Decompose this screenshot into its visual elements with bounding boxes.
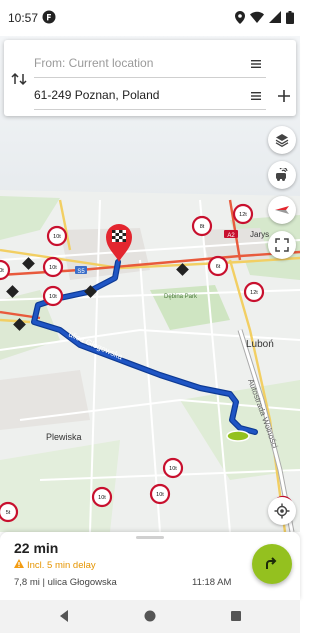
back-icon[interactable] bbox=[56, 608, 72, 624]
destination-input-text: 61-249 Poznan, Poland bbox=[34, 88, 160, 102]
battery-icon bbox=[286, 10, 294, 24]
weight-limit-sign: 5t bbox=[0, 501, 19, 523]
road-s5-label: S5 bbox=[77, 269, 85, 275]
drag-handle-icon[interactable] bbox=[250, 57, 262, 69]
start-navigation-button[interactable] bbox=[252, 544, 292, 584]
origin-input-text: From: Current location bbox=[34, 56, 154, 70]
weight-limit-sign: 12t bbox=[232, 203, 254, 225]
weight-limit-sign: 10t bbox=[42, 285, 64, 307]
svg-text:10t: 10t bbox=[169, 466, 177, 472]
svg-text:10t: 10t bbox=[49, 265, 57, 271]
weight-limit-sign: 10t bbox=[46, 225, 68, 247]
delay-row: Incl. 5 min delay bbox=[14, 559, 96, 571]
map-layers-icon[interactable] bbox=[268, 126, 296, 154]
origin-input[interactable]: From: Current location bbox=[34, 48, 266, 78]
arrival-time: 11:18 AM bbox=[192, 577, 232, 588]
weight-limit-sign: 8t bbox=[191, 215, 213, 237]
trip-duration: 22 min bbox=[14, 540, 59, 556]
weight-limit-sign: 10t bbox=[0, 259, 11, 281]
signal-icon bbox=[269, 11, 281, 23]
place-label-plewiska: Plewiska bbox=[46, 432, 82, 442]
place-label-debina-park: Dębina Park bbox=[164, 294, 198, 300]
svg-text:8t: 8t bbox=[200, 224, 205, 230]
drag-handle-icon[interactable] bbox=[250, 89, 262, 101]
wifi-icon bbox=[250, 11, 264, 23]
svg-text:6t: 6t bbox=[216, 264, 221, 270]
weight-limit-sign: 10t bbox=[91, 486, 113, 508]
system-nav-bar bbox=[0, 600, 300, 633]
compass-icon[interactable] bbox=[268, 196, 296, 224]
weight-limit-sign: 10t bbox=[42, 256, 64, 278]
navigate-arrow-icon bbox=[266, 557, 277, 569]
route-planner-card: From: Current location 61-249 Poznan, Po… bbox=[4, 40, 296, 116]
svg-text:10t: 10t bbox=[156, 492, 164, 498]
status-bar: 10:57 bbox=[0, 0, 300, 36]
status-time: 10:57 bbox=[8, 11, 39, 25]
weight-limit-sign: 10t bbox=[162, 457, 184, 479]
weight-limit-sign: 12t bbox=[243, 281, 265, 303]
destination-input[interactable]: 61-249 Poznan, Poland bbox=[34, 80, 266, 110]
sheet-drag-handle[interactable] bbox=[136, 536, 164, 539]
svg-text:10t: 10t bbox=[0, 268, 4, 274]
my-location-icon[interactable] bbox=[268, 497, 296, 525]
weight-limit-sign: 6t bbox=[207, 255, 229, 277]
add-icon[interactable] bbox=[274, 86, 294, 106]
distance-via: 7,8 mi | ulica Głogowska bbox=[14, 577, 117, 588]
swap-route-icon[interactable] bbox=[9, 68, 31, 90]
svg-text:12t: 12t bbox=[250, 290, 258, 296]
warning-icon bbox=[14, 559, 24, 571]
divider bbox=[34, 109, 266, 110]
divider bbox=[34, 77, 266, 78]
home-icon[interactable] bbox=[142, 608, 158, 624]
app-notification-icon bbox=[42, 10, 56, 24]
place-label-lubon: Luboń bbox=[246, 339, 274, 350]
svg-text:10t: 10t bbox=[98, 495, 106, 501]
delay-text: Incl. 5 min delay bbox=[27, 559, 96, 571]
location-icon bbox=[235, 10, 245, 24]
svg-text:5t: 5t bbox=[6, 510, 11, 516]
svg-text:10t: 10t bbox=[49, 294, 57, 300]
fullscreen-icon[interactable] bbox=[268, 231, 296, 259]
weight-limit-sign: 10t bbox=[149, 483, 171, 505]
svg-text:10t: 10t bbox=[53, 234, 61, 240]
place-label-jarys: Jarys bbox=[250, 230, 269, 239]
recents-icon[interactable] bbox=[228, 608, 244, 624]
road-a2-label: A2 bbox=[227, 233, 235, 239]
svg-text:12t: 12t bbox=[239, 212, 247, 218]
urban-area bbox=[0, 370, 90, 430]
origin-marker[interactable] bbox=[226, 430, 250, 442]
traffic-icon[interactable] bbox=[268, 161, 296, 189]
